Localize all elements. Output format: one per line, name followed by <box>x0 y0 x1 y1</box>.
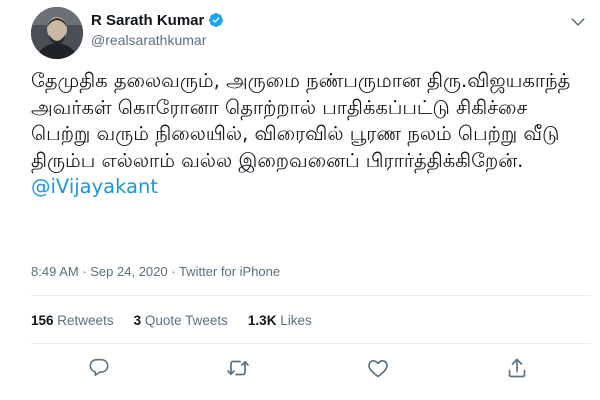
divider <box>31 343 591 344</box>
tweet-source[interactable]: Twitter for iPhone <box>179 264 280 279</box>
verified-badge-icon <box>208 12 224 28</box>
likes-label: Likes <box>280 313 312 328</box>
author-name[interactable]: R Sarath Kumar <box>91 12 204 29</box>
tweet-meta: 8:49 AM · Sep 24, 2020 · Twitter for iPh… <box>31 264 280 279</box>
avatar[interactable] <box>31 7 83 59</box>
meta-separator: · <box>167 264 179 279</box>
quote-label: Quote Tweets <box>144 313 228 328</box>
author-block: R Sarath Kumar @realsarathkumar <box>91 10 224 48</box>
retweets-count: 156 <box>31 313 54 328</box>
mention-link[interactable]: @iVijayakant <box>31 175 158 198</box>
author-handle[interactable]: @realsarathkumar <box>91 32 224 48</box>
action-bar <box>0 356 600 386</box>
like-icon[interactable] <box>366 356 390 380</box>
retweet-icon[interactable] <box>226 356 250 380</box>
chevron-down-icon[interactable] <box>568 12 588 32</box>
meta-separator: · <box>78 264 91 279</box>
reply-icon[interactable] <box>88 356 112 380</box>
tweet-stats: 156 Retweets 3 Quote Tweets 1.3K Likes <box>31 313 312 328</box>
tweet-card: R Sarath Kumar @realsarathkumar தேமுதிக … <box>0 0 600 400</box>
share-icon[interactable] <box>505 356 529 380</box>
retweets-label: Retweets <box>57 313 114 328</box>
quote-count: 3 <box>133 313 142 328</box>
quote-tweets-stat[interactable]: 3 Quote Tweets <box>134 313 228 328</box>
tweet-body: தேமுதிக தலைவரும், அருமை நண்பருமான திரு.வ… <box>31 69 571 172</box>
likes-count: 1.3K <box>247 313 277 328</box>
tweet-time[interactable]: 8:49 AM <box>31 264 79 279</box>
tweet-date[interactable]: Sep 24, 2020 <box>90 264 167 279</box>
retweets-stat[interactable]: 156 Retweets <box>31 313 114 328</box>
tweet-text: தேமுதிக தலைவரும், அருமை நண்பருமான திரு.வ… <box>31 68 591 201</box>
likes-stat[interactable]: 1.3K Likes <box>248 313 312 328</box>
divider <box>31 295 591 296</box>
